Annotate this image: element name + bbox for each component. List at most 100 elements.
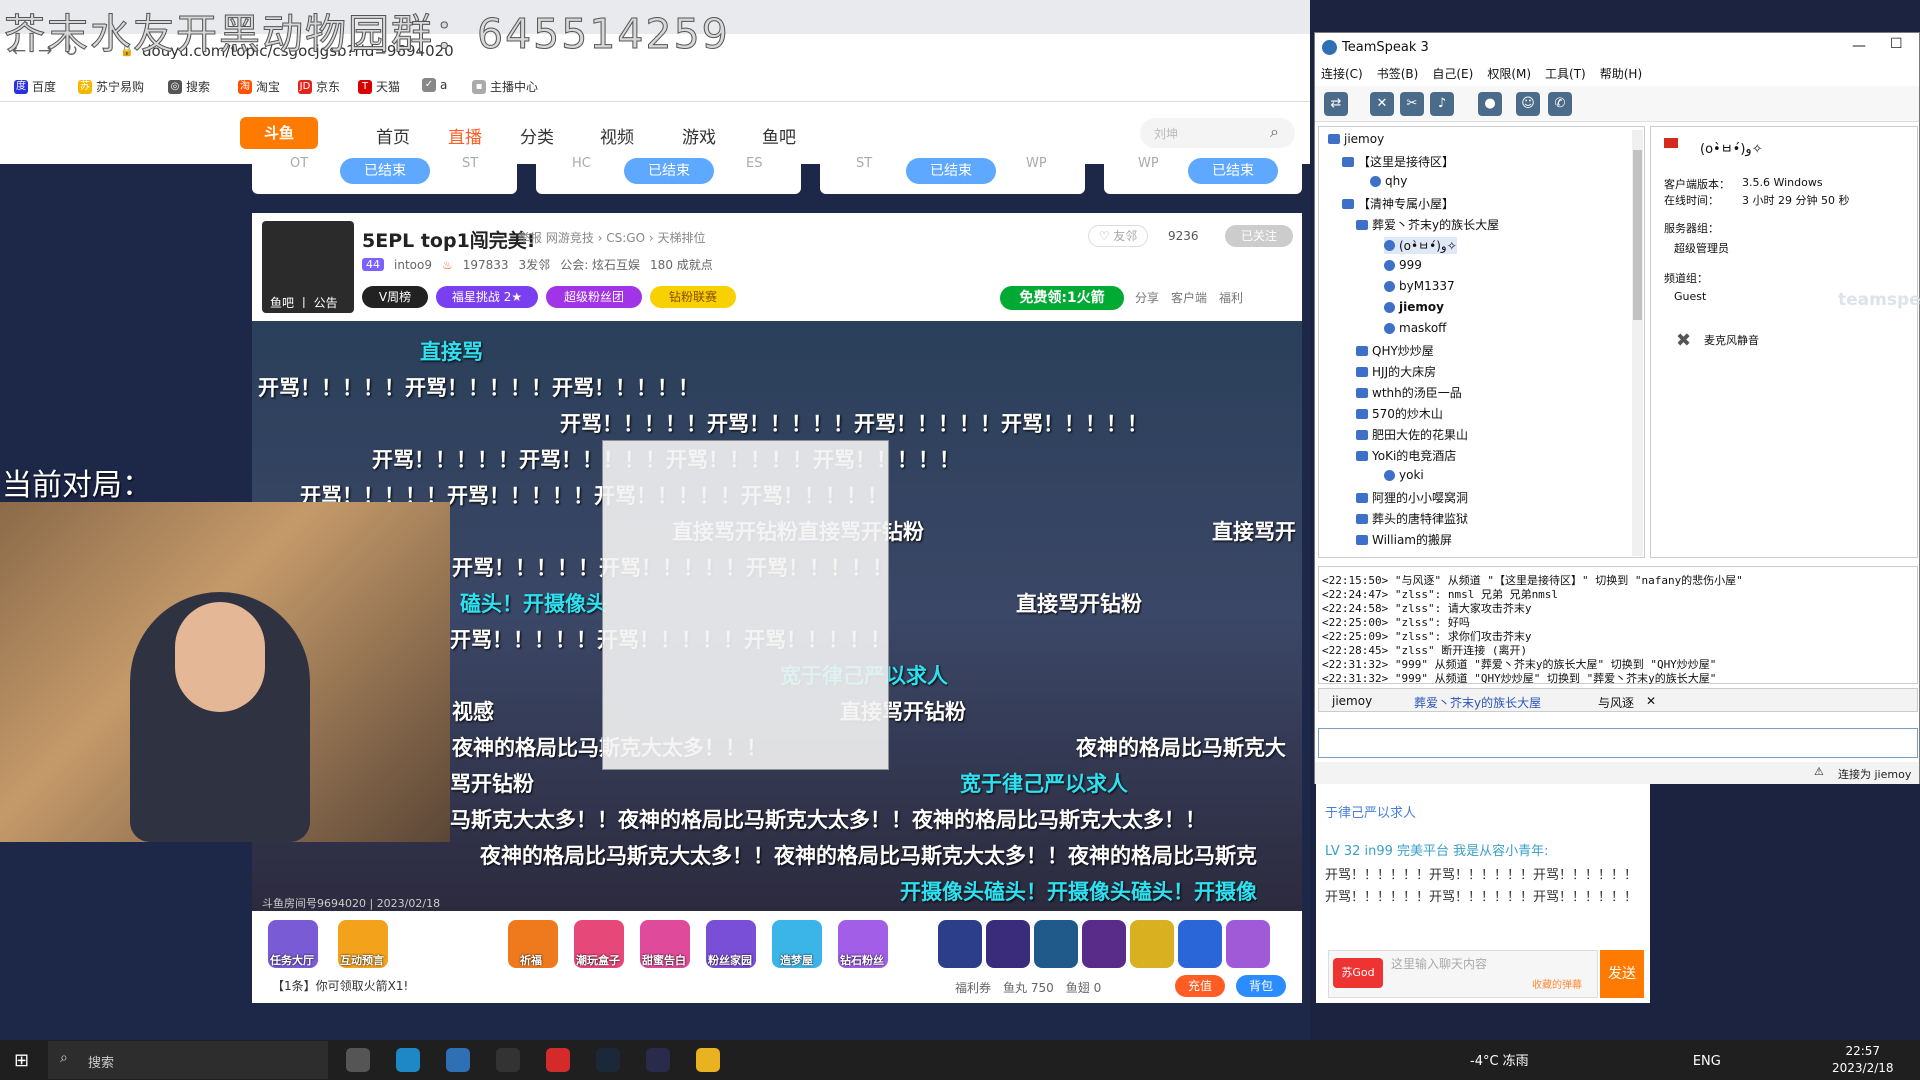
close-tab-icon[interactable]: ✕ bbox=[1646, 694, 1656, 708]
backpack-button[interactable]: 背包 bbox=[1236, 975, 1286, 997]
tree-channel[interactable]: YoKi的电竞酒店 bbox=[1356, 447, 1456, 464]
nav-live[interactable]: 直播 bbox=[448, 123, 482, 148]
avatar-caption[interactable]: 鱼吧 丨 公告 bbox=[270, 294, 338, 311]
nav-yuba[interactable]: 鱼吧 bbox=[762, 123, 796, 148]
weather[interactable]: -4°C 冻雨 bbox=[1470, 1054, 1529, 1069]
bookmark-jd[interactable]: JD 京东 bbox=[298, 78, 340, 95]
bookmark-tmall[interactable]: T 天猫 bbox=[358, 78, 400, 95]
contacts-icon[interactable]: ☺ bbox=[1516, 92, 1540, 116]
nav-home[interactable]: 首页 bbox=[376, 123, 410, 148]
obs-icon[interactable] bbox=[496, 1048, 520, 1072]
clock[interactable]: 22:57 2023/2/18 bbox=[1832, 1043, 1894, 1077]
client-button[interactable]: 客户端 bbox=[1171, 289, 1207, 306]
tree-channel[interactable]: 葬爱丶芥末y的族长大屋 bbox=[1356, 216, 1499, 233]
welfare-button[interactable]: 福利 bbox=[1219, 289, 1243, 306]
connect-icon[interactable]: ⇄ bbox=[1324, 92, 1348, 116]
nav-video[interactable]: 视频 bbox=[600, 123, 634, 148]
menu-tools[interactable]: 工具(T) bbox=[1545, 65, 1586, 86]
fan-badge[interactable]: 苏God bbox=[1333, 958, 1383, 988]
send-button[interactable]: 发送 bbox=[1600, 950, 1644, 998]
super-fans-tag[interactable]: 超级粉丝团 bbox=[546, 286, 642, 308]
tree-scroll-thumb[interactable] bbox=[1633, 150, 1642, 320]
edge-icon[interactable] bbox=[396, 1048, 420, 1072]
private-chat-tab[interactable]: 与风逐 bbox=[1598, 694, 1634, 711]
room-category[interactable]: 举报 网游竞技 › CS:GO › 天梯排位 bbox=[518, 229, 705, 246]
claim-tip[interactable]: 【1条】你可领取火箭X1! bbox=[272, 977, 408, 994]
steam-icon[interactable] bbox=[596, 1048, 620, 1072]
gift-item[interactable] bbox=[1130, 920, 1174, 968]
share-button[interactable]: 分享 bbox=[1135, 289, 1159, 306]
gift-item[interactable] bbox=[1178, 920, 1222, 968]
gift-item[interactable] bbox=[1226, 920, 1270, 968]
free-rocket-button[interactable]: 免费领:1火箭 bbox=[1000, 286, 1124, 310]
tree-user[interactable]: yoki bbox=[1384, 468, 1424, 482]
recharge-button[interactable]: 充值 bbox=[1175, 975, 1225, 997]
anchor-name[interactable]: intoo9 bbox=[394, 258, 432, 272]
gift-item[interactable] bbox=[986, 920, 1030, 968]
disconnect-icon[interactable]: ✕ bbox=[1370, 92, 1394, 116]
taskbar-search[interactable]: 搜索 bbox=[48, 1041, 328, 1079]
bookmark-search[interactable]: ◎ 搜索 bbox=[168, 78, 210, 95]
friend-button[interactable]: ♡ 友邻 bbox=[1088, 225, 1148, 247]
chrome-icon[interactable] bbox=[696, 1048, 720, 1072]
away-icon[interactable]: ● bbox=[1478, 92, 1502, 116]
teamspeak-taskbar-icon[interactable] bbox=[446, 1048, 470, 1072]
tree-user[interactable]: 999 bbox=[1384, 258, 1422, 272]
chat-message-input[interactable] bbox=[1318, 728, 1918, 758]
diamond-league-tag[interactable]: 钻粉联赛 bbox=[650, 286, 736, 308]
tree-channel[interactable]: 葬头的唐特律监狱 bbox=[1356, 510, 1468, 527]
nav-game[interactable]: 游戏 bbox=[682, 123, 716, 148]
tree-user[interactable]: qhy bbox=[1370, 174, 1407, 188]
menu-permissions[interactable]: 权限(M) bbox=[1487, 65, 1531, 86]
tree-channel[interactable]: 570的炒木山 bbox=[1356, 405, 1443, 422]
douyu-logo[interactable]: 斗鱼 bbox=[240, 117, 318, 149]
mute-mic-icon[interactable]: ✂ bbox=[1400, 92, 1424, 116]
channel-chat-tab[interactable]: 葬爱丶芥末y的族长大屋 bbox=[1414, 694, 1541, 711]
tree-server[interactable]: jiemoy bbox=[1328, 132, 1384, 146]
tree-user[interactable]: maskoff bbox=[1384, 321, 1446, 335]
tree-channel[interactable]: QHY炒炒屋 bbox=[1356, 342, 1434, 359]
bookmark-anchor-center[interactable]: ▪ 主播中心 bbox=[472, 78, 538, 95]
bookmark-baidu[interactable]: 度百度 bbox=[14, 78, 56, 95]
follow-count: 9236 bbox=[1168, 229, 1199, 243]
bookmark-taobao[interactable]: 淘淘宝 bbox=[238, 78, 280, 95]
tree-channel[interactable]: 【这里是接待区】 bbox=[1342, 153, 1454, 170]
whisper-icon[interactable]: ✆ bbox=[1548, 92, 1572, 116]
warning-icon[interactable]: ⚠ bbox=[1814, 765, 1824, 778]
tree-user[interactable]: jiemoy bbox=[1384, 300, 1444, 314]
menu-connect[interactable]: 连接(C) bbox=[1321, 65, 1363, 86]
lucky-challenge-tag[interactable]: 福星挑战 2★ bbox=[436, 286, 538, 308]
minimize-icon[interactable]: — bbox=[1852, 38, 1866, 54]
tree-channel[interactable]: 肥田大佐的花果山 bbox=[1356, 426, 1468, 443]
tree-label: jiemoy bbox=[1344, 132, 1385, 146]
gift-item[interactable] bbox=[938, 920, 982, 968]
saved-danmaku-link[interactable]: 收藏的弹幕 bbox=[1532, 976, 1582, 991]
weekly-rank-tag[interactable]: V周榜 bbox=[362, 286, 428, 308]
tree-channel[interactable]: 阿狸的小小嘤窝洞 bbox=[1356, 489, 1468, 506]
wps-icon[interactable] bbox=[546, 1048, 570, 1072]
tree-user[interactable]: (o•̀ㅂ•́)و✧ bbox=[1384, 237, 1457, 254]
windows-start-icon[interactable]: ⊞ bbox=[14, 1050, 29, 1071]
tree-user[interactable]: byM1337 bbox=[1384, 279, 1455, 293]
maximize-icon[interactable]: ☐ bbox=[1890, 36, 1903, 52]
bookmark-a[interactable]: ✓ a bbox=[422, 78, 447, 92]
tree-channel[interactable]: HJJ的大床房 bbox=[1356, 363, 1436, 380]
search-icon[interactable]: ⌕ bbox=[1270, 122, 1279, 142]
tree-channel[interactable]: William的搬屏 bbox=[1356, 531, 1452, 548]
gift-item[interactable] bbox=[1034, 920, 1078, 968]
server-chat-tab[interactable]: jiemoy bbox=[1332, 694, 1372, 708]
bookmark-suning[interactable]: 苏苏宁易购 bbox=[78, 78, 144, 95]
language[interactable]: ENG bbox=[1693, 1054, 1721, 1069]
menu-help[interactable]: 帮助(H) bbox=[1600, 65, 1642, 86]
task-view-icon[interactable] bbox=[346, 1048, 370, 1072]
gift-item[interactable] bbox=[1082, 920, 1126, 968]
mute-speaker-icon[interactable]: ♪ bbox=[1430, 92, 1454, 116]
tree-channel[interactable]: 【清神专属小屋】 bbox=[1342, 195, 1454, 212]
coupon[interactable]: 福利券 bbox=[955, 979, 991, 996]
followed-button[interactable]: 已关注 bbox=[1225, 225, 1293, 247]
tree-channel[interactable]: wthh的汤臣一品 bbox=[1356, 384, 1462, 401]
se-app-icon[interactable] bbox=[646, 1048, 670, 1072]
menu-self[interactable]: 自己(E) bbox=[1432, 65, 1473, 86]
nav-category[interactable]: 分类 bbox=[520, 123, 554, 148]
menu-bookmarks[interactable]: 书签(B) bbox=[1377, 65, 1419, 86]
